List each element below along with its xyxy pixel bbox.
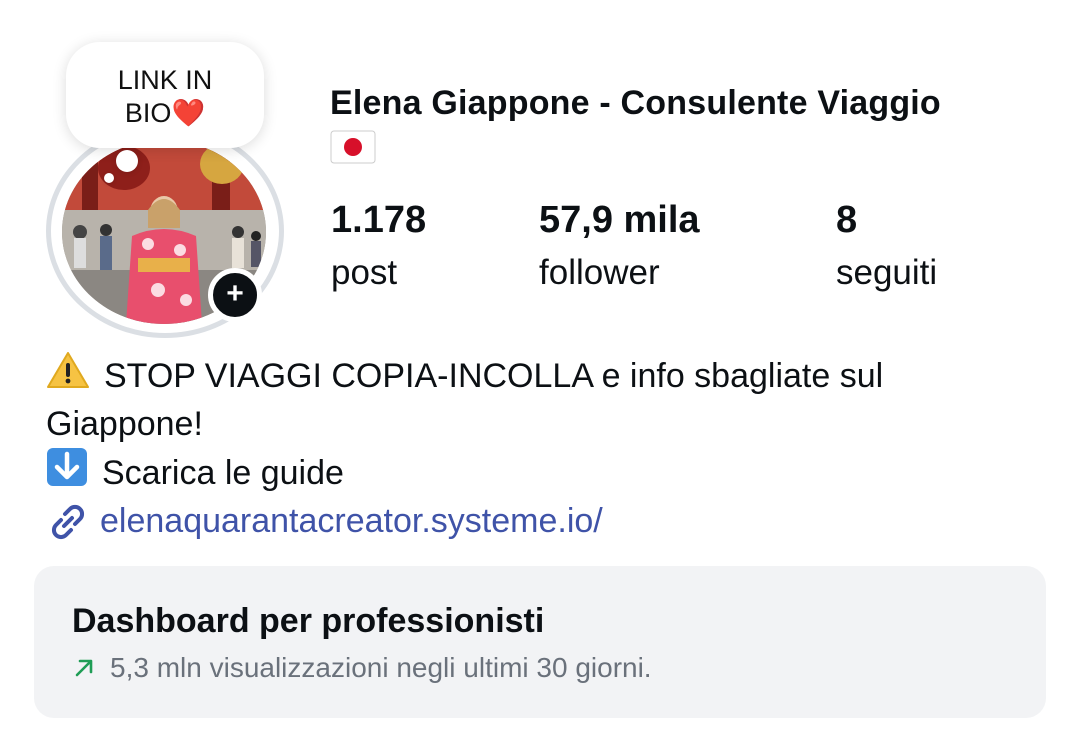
stat-following[interactable]: 8 seguiti xyxy=(836,196,937,296)
bio-link-text: elenaquarantacreator.systeme.io/ xyxy=(100,502,603,540)
add-story-button[interactable]: + xyxy=(208,268,262,322)
avatar-container[interactable]: + xyxy=(44,124,286,340)
trend-up-arrow-icon xyxy=(75,659,93,677)
note-line1: LINK IN xyxy=(117,65,213,95)
stat-following-label: seguiti xyxy=(836,253,938,292)
bio-line-1: STOP VIAGGI COPIA-INCOLLA e info sbaglia… xyxy=(46,350,1046,402)
note-line2: BIO❤️ xyxy=(124,98,206,128)
profile-bio: STOP VIAGGI COPIA-INCOLLA e info sbaglia… xyxy=(46,350,1046,544)
professional-dashboard-card[interactable]: Dashboard per professionisti 5,3 mln vis… xyxy=(34,566,1046,718)
profile-name: Elena Giappone - Consulente Viaggio xyxy=(330,82,1050,174)
dashboard-subtitle-row: 5,3 mln visualizzazioni negli ultimi 30 … xyxy=(72,650,1008,686)
bio-line-3: Scarica le guide xyxy=(46,447,1046,499)
heart-emoji: ❤️ xyxy=(171,98,206,128)
dashboard-title: Dashboard per professionisti xyxy=(72,602,545,640)
note-bubble-tail xyxy=(116,150,138,172)
japan-flag-icon xyxy=(330,130,1050,174)
stat-followers-label: follower xyxy=(539,253,660,292)
bio-link[interactable]: elenaquarantacreator.systeme.io/ xyxy=(46,499,1046,544)
bio-line-2: Giappone! xyxy=(46,402,1046,447)
dashboard-subtitle: 5,3 mln visualizzazioni negli ultimi 30 … xyxy=(110,652,652,683)
stat-followers[interactable]: 57,9 mila follower xyxy=(539,196,700,296)
stat-followers-value: 57,9 mila xyxy=(539,199,700,241)
note-bubble-tail-small xyxy=(104,173,114,183)
stat-following-value: 8 xyxy=(836,199,858,241)
down-arrow-icon xyxy=(46,447,88,499)
profile-header: + LINK IN BIO❤️ Elena Giappone - Consule… xyxy=(0,0,1080,735)
bio-text-1: STOP VIAGGI COPIA-INCOLLA e info sbaglia… xyxy=(104,356,884,395)
warning-icon xyxy=(46,350,90,402)
note-bubble[interactable]: LINK IN BIO❤️ xyxy=(66,42,264,148)
stat-posts[interactable]: 1.178 post xyxy=(331,196,426,296)
display-name: Elena Giappone - Consulente Viaggio xyxy=(330,84,941,122)
stat-posts-value: 1.178 xyxy=(331,199,427,241)
bio-text-2: Giappone! xyxy=(46,405,203,443)
bio-text-3: Scarica le guide xyxy=(102,453,344,492)
link-icon xyxy=(51,504,85,539)
stat-posts-label: post xyxy=(331,253,398,292)
